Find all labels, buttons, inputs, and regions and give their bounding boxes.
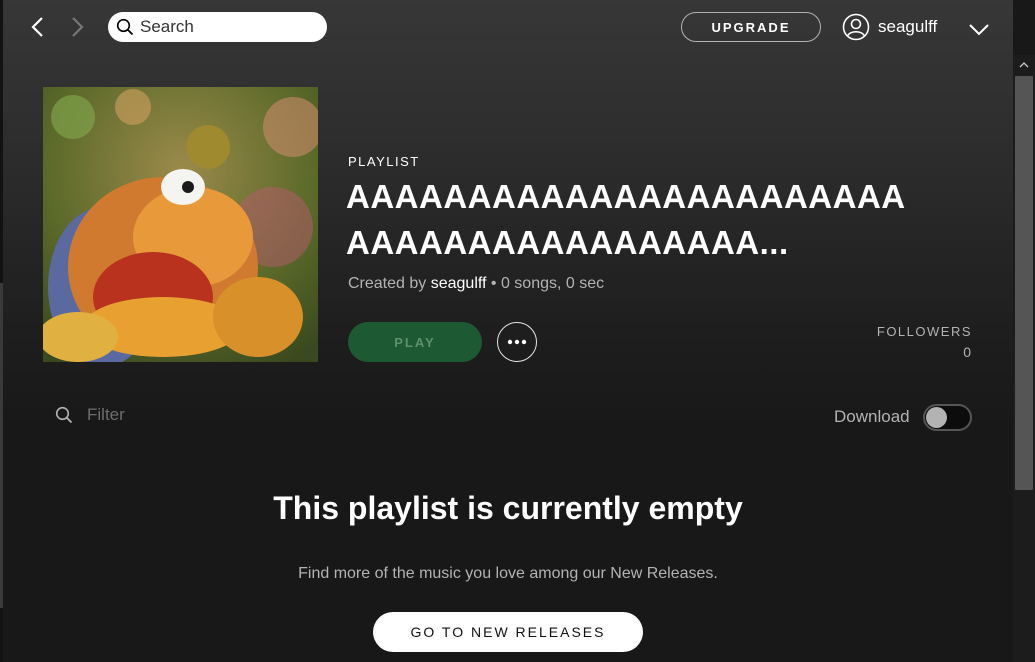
- more-dots-icon: [507, 339, 527, 345]
- more-options-button[interactable]: [497, 322, 537, 362]
- toggle-knob: [926, 407, 947, 428]
- created-by-prefix: Created by: [348, 275, 427, 292]
- creator-link[interactable]: seagulff: [431, 275, 487, 292]
- forward-button[interactable]: [65, 14, 91, 40]
- search-icon: [55, 406, 73, 424]
- playlist-title: AAAAAAAAAAAAAAAAAAAAAAAAAAAAAAAAAAAAAAAA…: [346, 178, 906, 261]
- scrollbar[interactable]: [1013, 0, 1035, 662]
- user-dropdown-button[interactable]: [966, 16, 992, 42]
- download-label: Download: [834, 407, 910, 426]
- back-button[interactable]: [24, 14, 50, 40]
- followers-label: FOLLOWERS: [876, 324, 972, 339]
- scroll-up-arrow-icon: [1019, 62, 1029, 68]
- user-menu[interactable]: seagulff: [842, 13, 937, 41]
- search-input[interactable]: [140, 17, 310, 37]
- chevron-left-icon: [31, 17, 43, 37]
- go-to-new-releases-button[interactable]: GO TO NEW RELEASES: [373, 612, 643, 652]
- scroll-thumb[interactable]: [1015, 76, 1033, 490]
- playlist-meta: Created by seagulff • 0 songs, 0 sec: [348, 275, 604, 293]
- search-box[interactable]: [108, 12, 327, 42]
- playlist-cover-image[interactable]: [43, 87, 318, 362]
- empty-state-title: This playlist is currently empty: [273, 490, 743, 526]
- search-icon: [116, 18, 134, 36]
- user-icon: [842, 13, 870, 41]
- chevron-down-icon: [969, 24, 989, 36]
- filter-box[interactable]: [55, 405, 287, 425]
- playlist-stats: • 0 songs, 0 sec: [486, 275, 605, 292]
- playlist-type-label: PLAYLIST: [348, 154, 420, 169]
- download-toggle[interactable]: [923, 404, 972, 431]
- scroll-up-button[interactable]: [1016, 57, 1032, 73]
- chevron-right-icon: [72, 17, 84, 37]
- followers-count: 0: [963, 344, 971, 360]
- filter-input[interactable]: [87, 405, 287, 425]
- upgrade-button[interactable]: UPGRADE: [681, 12, 821, 42]
- main-view: UPGRADE seagulff: [3, 0, 1013, 662]
- play-button[interactable]: PLAY: [348, 322, 482, 362]
- username: seagulff: [878, 17, 938, 36]
- empty-state-subtitle: Find more of the music you love among ou…: [298, 565, 718, 582]
